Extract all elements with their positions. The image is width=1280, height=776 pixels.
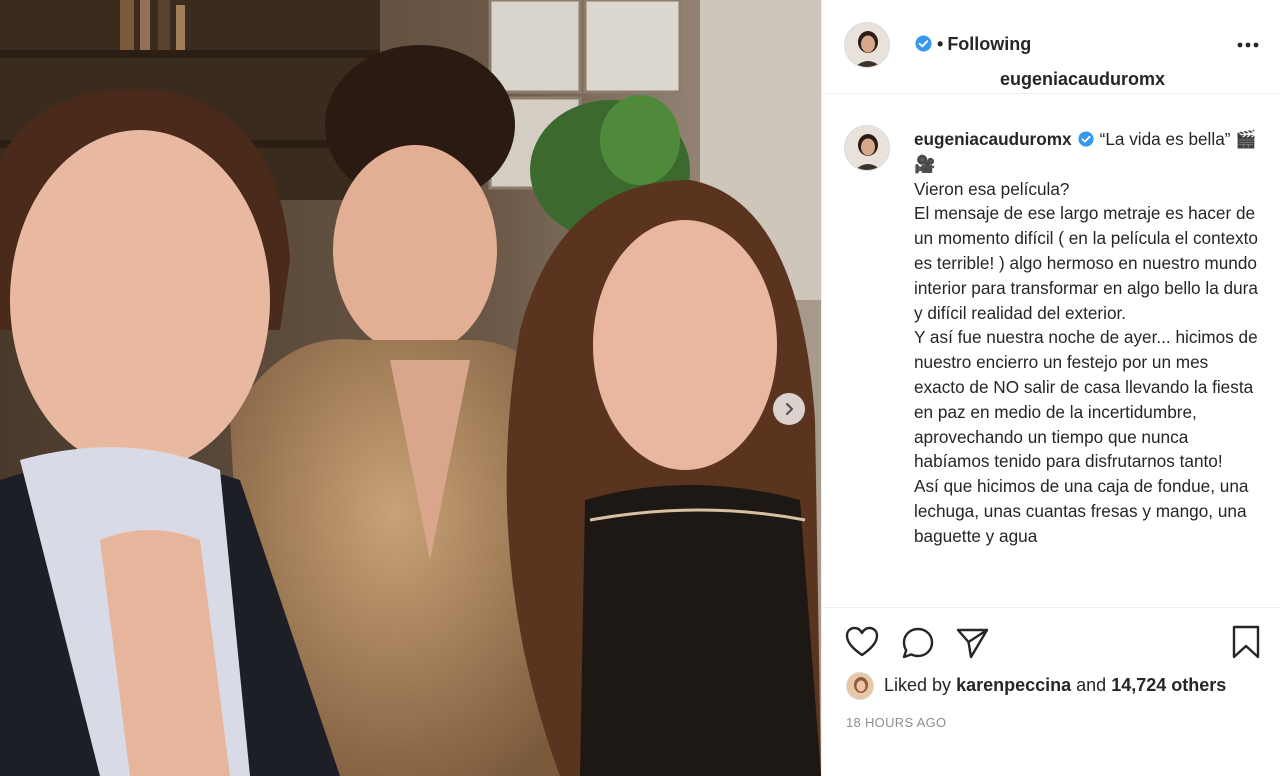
avatar-image bbox=[845, 23, 889, 67]
avatar-image bbox=[845, 126, 889, 170]
post-header: eugeniacauduromx • Following bbox=[822, 0, 1280, 94]
verified-badge-icon bbox=[1078, 131, 1094, 147]
post-details-panel: eugeniacauduromx • Following eugeniacaudu… bbox=[821, 0, 1280, 776]
header-user-row: eugeniacauduromx • Following bbox=[911, 34, 1165, 89]
chevron-right-icon bbox=[785, 402, 794, 416]
post-caption: eugeniacauduromx “La vida es bella” 🎬🎥 V… bbox=[914, 127, 1259, 549]
liked-by-user-link[interactable]: karenpeccina bbox=[956, 675, 1071, 695]
more-options-icon[interactable] bbox=[1237, 33, 1259, 57]
paper-plane-icon[interactable] bbox=[956, 627, 990, 659]
post-actions: Liked by karenpeccina and 14,724 others … bbox=[822, 607, 1280, 776]
verified-badge-icon bbox=[915, 35, 932, 52]
username-link[interactable]: eugeniacauduromx bbox=[1000, 69, 1165, 90]
caption-avatar[interactable] bbox=[844, 125, 890, 171]
post-photo[interactable] bbox=[0, 0, 821, 776]
caption-line: Y así fue nuestra noche de ayer... hicim… bbox=[914, 327, 1258, 472]
liker-avatar[interactable] bbox=[846, 672, 874, 700]
following-button[interactable]: Following bbox=[947, 34, 1031, 54]
liked-by-prefix: Liked by bbox=[884, 675, 952, 695]
comment-icon[interactable] bbox=[901, 626, 935, 660]
caption-line: Vieron esa película? bbox=[914, 178, 1070, 199]
selfie-photo bbox=[0, 0, 821, 776]
caption-username-link[interactable]: eugeniacauduromx bbox=[914, 129, 1072, 149]
heart-icon[interactable] bbox=[845, 626, 879, 658]
liked-by-and: and bbox=[1076, 675, 1107, 695]
avatar[interactable] bbox=[844, 22, 890, 68]
likes-count-link[interactable]: 14,724 others bbox=[1111, 675, 1226, 695]
follow-separator: • bbox=[937, 34, 944, 54]
avatar-image bbox=[847, 673, 873, 699]
next-photo-button[interactable] bbox=[773, 393, 805, 425]
bookmark-icon[interactable] bbox=[1231, 625, 1261, 659]
comments-section[interactable]: eugeniacauduromx “La vida es bella” 🎬🎥 V… bbox=[822, 95, 1280, 607]
caption-line: El mensaje de ese largo metraje es hacer… bbox=[914, 203, 1258, 323]
likes-text: Liked by karenpeccina and 14,724 others bbox=[884, 675, 1226, 696]
caption-line: Así que hicimos de una caja de fondue, u… bbox=[914, 476, 1249, 546]
post-timestamp[interactable]: 18 hours ago bbox=[846, 715, 946, 730]
